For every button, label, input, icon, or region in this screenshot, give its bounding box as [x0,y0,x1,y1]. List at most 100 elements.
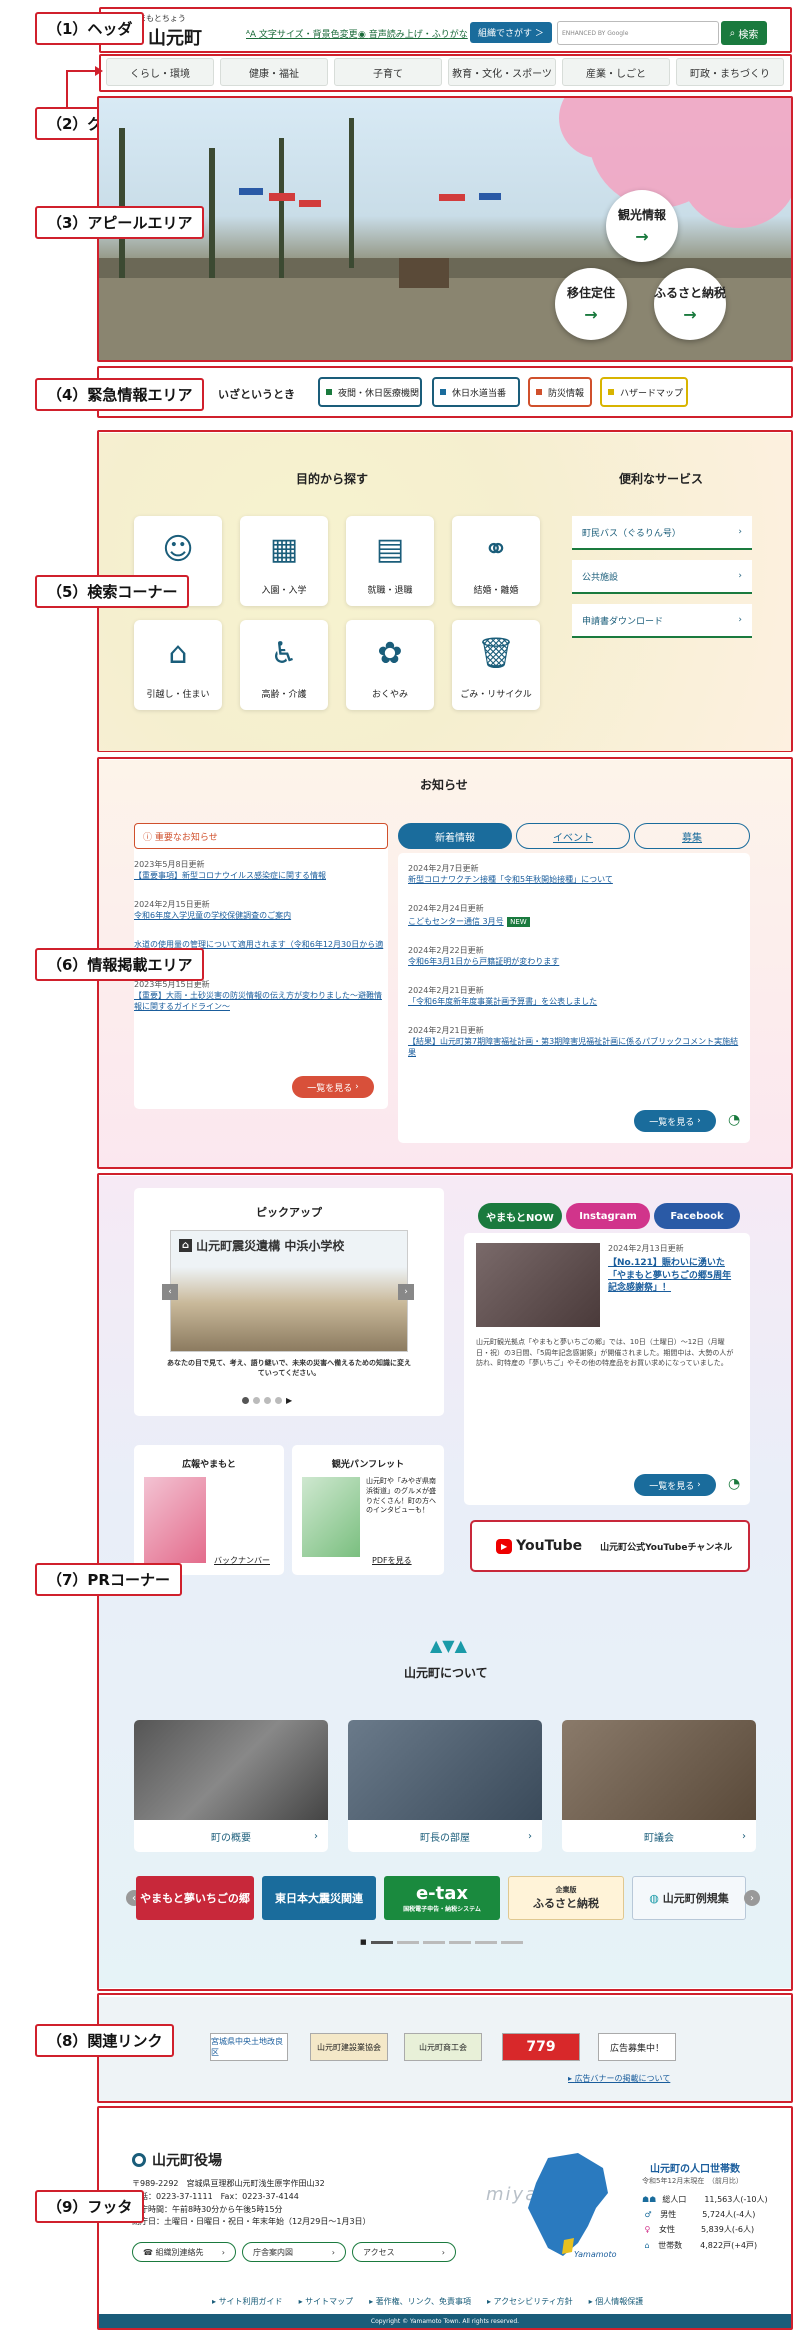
tab-new[interactable]: 新着情報 [398,823,512,849]
about-card-mayor[interactable]: 町長の部屋 › [348,1720,542,1852]
pager-bar[interactable] [396,1940,419,1944]
about-card-overview[interactable]: 町の概要 › [134,1720,328,1852]
news-link[interactable]: こどもセンター通信 3月号 [408,917,504,926]
footer-access-button[interactable]: アクセス › [352,2242,456,2262]
pager-bar[interactable] [448,1940,471,1944]
footer-floor-map-button[interactable]: 庁舎案内図 › [242,2242,346,2262]
cat-nyuen[interactable]: ▦ 入園・入学 [240,516,328,606]
emergency-medical-button[interactable]: 夜間・休日医療機関 [318,377,422,407]
cat-okuyami[interactable]: ✿ おくやみ [346,620,434,710]
important-more-button[interactable]: 一覧を見る › [292,1076,374,1098]
tab-yamamoto-now[interactable]: やまもとNOW [478,1203,562,1229]
pamph-link[interactable]: PDFを見る [372,1555,412,1566]
banner-furusato[interactable]: 企業版 ふるさと納税 [508,1876,624,1920]
cat-kekkon[interactable]: ⚭ 結婚・離婚 [452,516,540,606]
about-card-council[interactable]: 町議会 › [562,1720,756,1852]
emergency-disaster-button[interactable]: 防災情報 [528,377,592,407]
footer-link-sitemap[interactable]: ▸ サイトマップ [299,2296,354,2307]
nav-kyoiku[interactable]: 教育・文化・スポーツ [448,58,556,86]
banner-etax[interactable]: e-tax 国税電子申告・納税システム [384,1876,500,1920]
rss-icon[interactable]: ◔ [728,1476,740,1492]
furusato-circle-button[interactable]: ふるさと納税 → [654,268,726,340]
emergency-hazard-button[interactable]: ハザードマップ [600,377,688,407]
slide-prev-button[interactable]: ‹ [162,1284,178,1300]
cat-korei[interactable]: ♿ 高齢・介護 [240,620,328,710]
news-link[interactable]: 令和6年3月1日から戸籍証明が変わります [408,956,740,967]
pamph-panel[interactable]: 観光パンフレット 山元町や「みやぎ県南浜街道」のグルメが盛りだくさん！町の方への… [292,1445,444,1575]
chevron-right-icon: › [314,1830,318,1842]
pause-icon[interactable]: ■ [360,1938,367,1946]
tab-event[interactable]: イベント [516,823,630,849]
nav-sangyo[interactable]: 産業・しごと [562,58,670,86]
pager-dot[interactable] [253,1397,260,1404]
pamph-cover [302,1477,360,1557]
link-banner-tochi[interactable]: 宮城県中央土地改良区 [210,2033,288,2061]
emergency-water-button[interactable]: 休日水道当番 [432,377,520,407]
imp-link[interactable]: 【重要事項】新型コロナウイルス感染症に関する情報 [134,870,388,881]
news-link[interactable]: 【結果】山元町第7期障害福祉計画・第3期障害児福祉計画に係るパブリックコメント実… [408,1036,740,1058]
news-link[interactable]: 新型コロナワクチン接種「令和5年秋開始接種」について [408,874,740,885]
youtube-banner[interactable]: ▶ YouTube 山元町公式YouTubeチャンネル [470,1520,750,1572]
pickup-pager[interactable]: ▶ [242,1396,292,1405]
pager-bar[interactable] [422,1940,445,1944]
nav-kenko[interactable]: 健康・福祉 [220,58,328,86]
now-photo[interactable] [476,1243,600,1327]
link-banner-779[interactable]: 779 [502,2033,580,2061]
nav-chosei[interactable]: 町政・まちづくり [676,58,784,86]
koho-link[interactable]: バックナンバー [214,1555,270,1566]
koho-panel[interactable]: 広報やまもと バックナンバー [134,1445,284,1575]
nav-kurashi[interactable]: くらし・環境 [106,58,214,86]
pager-bar[interactable] [370,1940,393,1944]
banner-pager[interactable]: ■ [360,1938,523,1946]
play-icon[interactable]: ▶ [286,1396,292,1405]
cat-hikkoshi[interactable]: ⌂ 引越し・住まい [134,620,222,710]
now-more-button[interactable]: 一覧を見る › [634,1474,716,1496]
pager-bar[interactable] [500,1940,523,1944]
migration-circle-button[interactable]: 移住定住 → [555,268,627,340]
ad-policy-link[interactable]: ▸ 広告バナーの掲載について [568,2073,670,2084]
banner-reiki[interactable]: ◍ 山元町例規集 [632,1876,746,1920]
text-size-link[interactable]: ᴬA 文字サイズ・背景色変更 [246,27,358,40]
now-title[interactable]: 【No.121】賑わいに湧いた「やまもと夢いちごの郷5周年記念感謝祭」！ [608,1257,740,1295]
banner-shinsai[interactable]: 東日本大震災関連 [262,1876,376,1920]
imp-link[interactable]: 令和6年度入学児童の学校保健調査のご案内 [134,910,388,921]
link-banner-kensetsu[interactable]: 山元町建設業協会 [310,2033,388,2061]
banner-next-button[interactable]: › [744,1890,760,1906]
cat-gomi[interactable]: 🗑 ごみ・リサイクル [452,620,540,710]
tab-facebook[interactable]: Facebook [654,1203,740,1229]
banner-ichigo[interactable]: やまもと夢いちごの郷 [136,1876,254,1920]
tab-boshu[interactable]: 募集 [634,823,750,849]
service-download[interactable]: 申請書ダウンロード › [572,604,752,638]
pickup-slide-image[interactable]: ⌂ 山元町震災遺構 中浜小学校 [170,1230,408,1352]
imp-link[interactable]: 【重要】大雨・土砂災害の防災情報の伝え方が変わりました〜避難情報に関するガイドラ… [134,990,388,1012]
search-input[interactable]: ENHANCED BY Google [557,21,719,45]
link-banner-shokokai[interactable]: 山元町商工会 [404,2033,482,2061]
footer-contact-button[interactable]: ☎ 組織別連絡先 › [132,2242,236,2262]
tab-instagram[interactable]: Instagram [566,1203,650,1229]
arrow-right-icon: → [635,227,649,246]
news-link[interactable]: 「令和6年度新年度事業計画予算書」を公表しました [408,996,740,1007]
pager-dot[interactable] [242,1397,249,1404]
footer-link-privacy[interactable]: ▸ 個人情報保護 [589,2296,644,2307]
footer-link-accessibility[interactable]: ▸ アクセシビリティ方針 [487,2296,573,2307]
ad-recruit-banner[interactable]: 広告募集中！ [598,2033,676,2061]
pager-dot[interactable] [264,1397,271,1404]
read-aloud-link[interactable]: ◉ 音声読み上げ・ふりがな [358,27,468,40]
footer-link-guide[interactable]: ▸ サイト利用ガイド [212,2296,283,2307]
service-facilities[interactable]: 公共施設 › [572,560,752,594]
now-panel: 2024年2月13日更新 【No.121】賑わいに湧いた「やまもと夢いちごの郷5… [464,1233,750,1505]
slide-next-button[interactable]: › [398,1284,414,1300]
news-more-button[interactable]: 一覧を見る › [634,1110,716,1132]
nav-kosodate[interactable]: 子育て [334,58,442,86]
service-bus[interactable]: 町民バス（ぐるりん号） › [572,516,752,550]
rss-icon[interactable]: ◔ [728,1112,740,1128]
org-search-button[interactable]: 組織でさがす ＞ [470,22,552,43]
cat-shushoku[interactable]: ▤ 就職・退職 [346,516,434,606]
pager-dot[interactable] [275,1397,282,1404]
building-icon: ⌂ [179,1239,193,1252]
pager-bar[interactable] [474,1940,497,1944]
search-button[interactable]: ⌕ 検索 [721,21,767,45]
tourism-circle-button[interactable]: 観光情報 → [606,190,678,262]
info-title: お知らせ [420,778,468,792]
footer-link-copyright[interactable]: ▸ 著作権、リンク、免責事項 [369,2296,471,2307]
